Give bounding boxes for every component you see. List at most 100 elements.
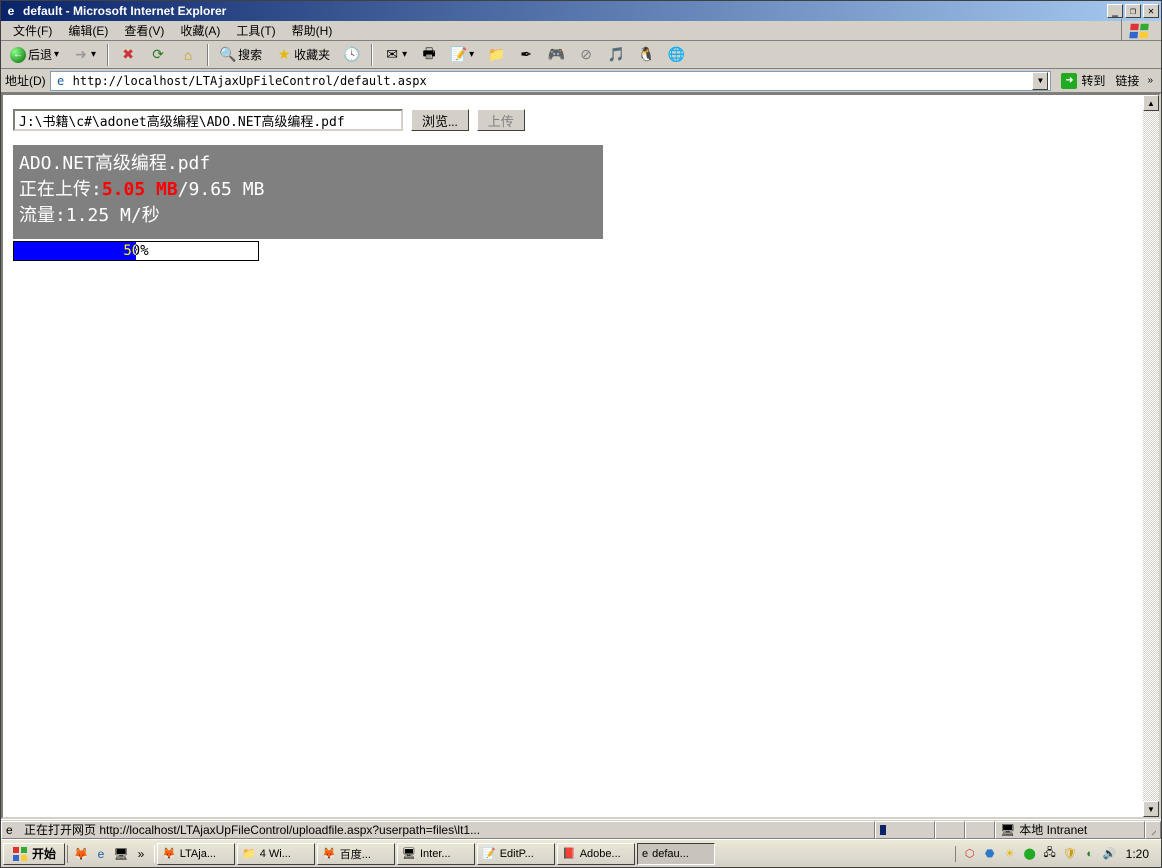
stop-button[interactable]: ✖: [115, 44, 141, 66]
ql-ie-icon[interactable]: e: [92, 845, 110, 863]
chevron-down-icon: ▾: [54, 49, 59, 60]
penguin-icon: 🐧: [638, 47, 654, 63]
menu-edit[interactable]: 编辑(E): [60, 20, 116, 41]
resize-grip[interactable]: [1145, 821, 1161, 839]
file-chooser-row: J:\书籍\c#\adonet高级编程\ADO.NET高级编程.pdf 浏览..…: [13, 109, 1133, 131]
start-button[interactable]: 开始: [3, 843, 65, 865]
tool-button-1[interactable]: 📁: [483, 44, 509, 66]
minimize-button[interactable]: _: [1107, 4, 1123, 18]
home-button[interactable]: ⌂: [175, 44, 201, 66]
file-path-input[interactable]: J:\书籍\c#\adonet高级编程\ADO.NET高级编程.pdf: [13, 109, 403, 131]
tool-button-6[interactable]: 🐧: [633, 44, 659, 66]
history-button[interactable]: 🕓: [339, 44, 365, 66]
windows-flag-icon: [12, 846, 28, 862]
status-empty-pane-2: [965, 821, 995, 839]
scroll-track[interactable]: [1143, 111, 1159, 801]
taskbar-task[interactable]: 📝EditP...: [477, 843, 555, 865]
stop-icon: ✖: [120, 47, 136, 63]
music-icon: 🎵: [608, 47, 624, 63]
tray-icon[interactable]: 🛡: [1062, 846, 1078, 862]
address-dropdown[interactable]: ▼: [1032, 72, 1048, 90]
tray-icon[interactable]: ☀: [1002, 846, 1018, 862]
menu-file[interactable]: 文件(F): [5, 20, 60, 41]
page-icon: e: [53, 73, 69, 89]
restore-button[interactable]: ❐: [1125, 4, 1141, 18]
tray-icon[interactable]: ⬤: [1022, 846, 1038, 862]
edit-icon: 📝: [451, 47, 467, 63]
address-field[interactable]: e http://localhost/LTAjaxUpFileControl/d…: [50, 71, 1052, 91]
wand-icon: ✒: [518, 47, 534, 63]
menu-favorites[interactable]: 收藏(A): [172, 20, 228, 41]
edit-button[interactable]: 📝▾: [446, 44, 479, 66]
go-button[interactable]: ➜ 转到: [1055, 71, 1111, 91]
mail-button[interactable]: ✉▾: [379, 44, 412, 66]
print-button[interactable]: 🖶: [416, 44, 442, 66]
task-label: Adobe...: [580, 848, 621, 860]
star-icon: ★: [276, 47, 292, 63]
ie-icon: e: [3, 3, 19, 19]
taskbar-task[interactable]: 📕 Adobe...: [557, 843, 635, 865]
tray-icon[interactable]: ⬣: [982, 846, 998, 862]
tool-button-5[interactable]: 🎵: [603, 44, 629, 66]
search-button[interactable]: 🔍 搜索: [215, 44, 267, 66]
taskbar-task[interactable]: 🦊LTAja...: [157, 843, 235, 865]
uploaded-size: 5.05 MB: [102, 179, 178, 200]
tray-icon[interactable]: ◐: [1082, 846, 1098, 862]
mail-icon: ✉: [384, 47, 400, 63]
refresh-icon: ⟳: [150, 47, 166, 63]
tool-button-2[interactable]: ✒: [513, 44, 539, 66]
menu-view[interactable]: 查看(V): [116, 20, 172, 41]
favorites-button[interactable]: ★ 收藏夹: [271, 44, 335, 66]
taskbar-task[interactable]: 🖥Inter...: [397, 843, 475, 865]
browse-button[interactable]: 浏览...: [411, 109, 469, 131]
address-label: 地址(D): [5, 72, 46, 89]
scroll-down-button[interactable]: ▼: [1143, 801, 1159, 817]
scroll-up-button[interactable]: ▲: [1143, 95, 1159, 111]
task-label: 4 Wi...: [260, 848, 291, 860]
title-bar: e default - Microsoft Internet Explorer …: [1, 1, 1161, 21]
forward-button[interactable]: ➜ ▾: [68, 44, 101, 66]
task-label: defau...: [652, 848, 689, 860]
system-tray: ⬡ ⬣ ☀ ⬤ 🖧 🛡 ◐ 🔊 1:20: [955, 846, 1159, 862]
taskbar-task[interactable]: edefau...: [637, 843, 715, 865]
task-icon: 🦊: [162, 847, 176, 860]
upload-filename: ADO.NET高级编程.pdf: [19, 151, 597, 177]
tray-volume-icon[interactable]: 🔊: [1102, 846, 1118, 862]
block-icon: ⊘: [578, 47, 594, 63]
ql-desktop-icon[interactable]: 🖥: [112, 845, 130, 863]
ql-more[interactable]: »: [132, 845, 150, 863]
ql-firefox-icon[interactable]: 🦊: [72, 845, 90, 863]
tool-button-3[interactable]: 🎮: [543, 44, 569, 66]
taskbar: 开始 🦊 e 🖥 » 🦊LTAja...📁4 Wi...🦊百度...🖥Inter…: [1, 839, 1161, 867]
menu-bar: 文件(F) 编辑(E) 查看(V) 收藏(A) 工具(T) 帮助(H): [1, 21, 1161, 41]
upload-rate: 1.25 M/秒: [66, 205, 160, 226]
chevron-right-icon[interactable]: »: [1143, 75, 1157, 86]
document-body: J:\书籍\c#\adonet高级编程\ADO.NET高级编程.pdf 浏览..…: [3, 95, 1143, 817]
menu-help[interactable]: 帮助(H): [284, 20, 341, 41]
tray-icon[interactable]: 🖧: [1042, 846, 1058, 862]
vertical-scrollbar[interactable]: ▲ ▼: [1143, 95, 1159, 817]
clock[interactable]: 1:20: [1122, 847, 1153, 861]
zone-icon: 🖥: [1000, 823, 1015, 837]
back-label: 后退: [28, 46, 52, 63]
taskbar-task[interactable]: 🦊百度...: [317, 843, 395, 865]
game-icon: 🎮: [548, 47, 564, 63]
close-button[interactable]: ✕: [1143, 4, 1159, 18]
tool-button-7[interactable]: 🌐: [663, 44, 689, 66]
progress-label: 50%: [14, 242, 258, 260]
tray-icon[interactable]: ⬡: [962, 846, 978, 862]
taskbar-task[interactable]: 📁4 Wi...: [237, 843, 315, 865]
menu-tools[interactable]: 工具(T): [228, 20, 283, 41]
refresh-button[interactable]: ⟳: [145, 44, 171, 66]
tool-button-4[interactable]: ⊘: [573, 44, 599, 66]
back-button[interactable]: ← 后退 ▾: [5, 44, 64, 66]
task-icon: 📕: [562, 847, 576, 860]
back-icon: ←: [10, 47, 26, 63]
zone-text: 本地 Intranet: [1019, 821, 1087, 838]
search-icon: 🔍: [220, 47, 236, 63]
status-bar: e 正在打开网页 http://localhost/LTAjaxUpFileCo…: [1, 819, 1161, 839]
address-url: http://localhost/LTAjaxUpFileControl/def…: [73, 74, 1029, 88]
links-label[interactable]: 链接: [1115, 72, 1139, 89]
upload-button[interactable]: 上传: [477, 109, 525, 131]
page-icon: e: [6, 823, 20, 837]
